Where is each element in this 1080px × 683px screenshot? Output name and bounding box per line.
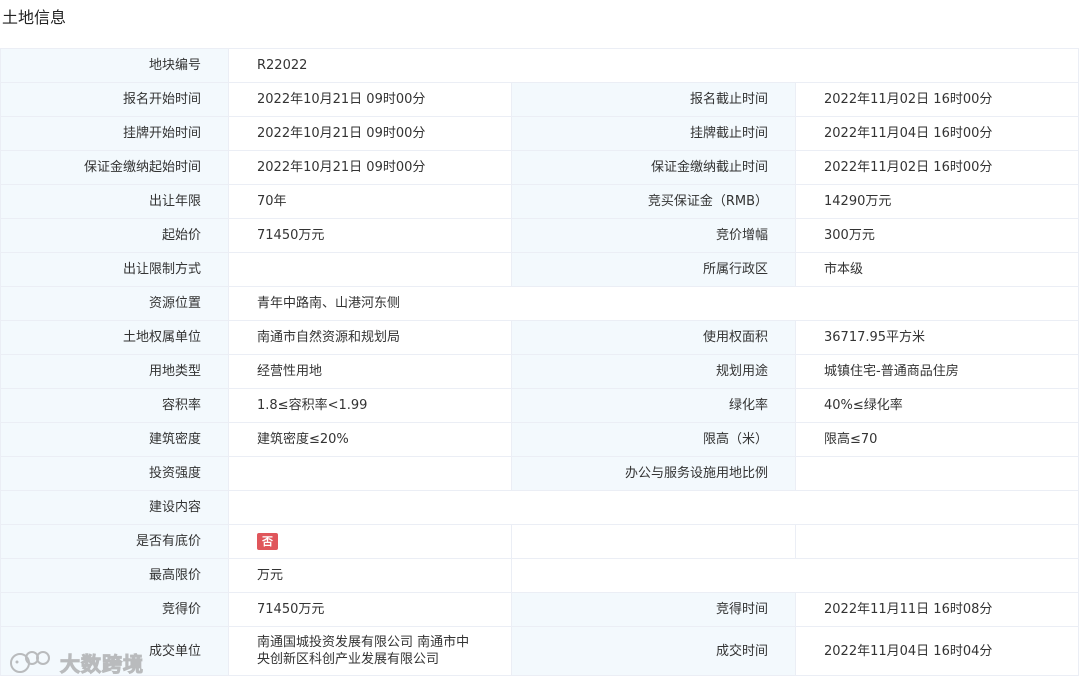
reserve-label: 是否有底价 <box>0 524 229 559</box>
content-label: 建设内容 <box>0 490 229 525</box>
table-row: 是否有底价 否 <box>0 524 1080 559</box>
table-row: 成交单位 南通国城投资发展有限公司 南通市中央创新区科创产业发展有限公司 成交时… <box>0 626 1080 676</box>
start-price-value: 71450万元 <box>228 218 512 253</box>
deal-price-value: 71450万元 <box>228 592 512 627</box>
table-row: 投资强度 办公与服务设施用地比例 <box>0 456 1080 491</box>
office-ratio-value <box>794 456 1080 491</box>
close-time-label: 成交时间 <box>511 626 796 676</box>
reg-start-value: 2022年10月21日 09时00分 <box>228 82 512 117</box>
planned-use-label: 规划用途 <box>511 354 796 389</box>
max-price-value: 万元 <box>228 558 512 593</box>
content-value <box>227 490 1080 525</box>
deposit-end-label: 保证金缴纳截止时间 <box>511 150 796 185</box>
table-row: 出让限制方式 所属行政区 市本级 <box>0 252 1080 287</box>
buyer-value: 南通国城投资发展有限公司 南通市中央创新区科创产业发展有限公司 <box>228 626 512 676</box>
restriction-label: 出让限制方式 <box>0 252 229 287</box>
empty-cell <box>510 558 1080 593</box>
height-label: 限高（米） <box>511 422 796 457</box>
max-price-label: 最高限价 <box>0 558 229 593</box>
parcel-no-label: 地块编号 <box>0 48 229 83</box>
list-start-value: 2022年10月21日 09时00分 <box>228 116 512 151</box>
list-end-label: 挂牌截止时间 <box>511 116 796 151</box>
deposit-start-value: 2022年10月21日 09时00分 <box>228 150 512 185</box>
close-time-value: 2022年11月04日 16时04分 <box>794 626 1080 676</box>
location-value: 青年中路南、山港河东侧 <box>227 286 1080 321</box>
location-label: 资源位置 <box>0 286 229 321</box>
empty-cell <box>511 524 796 559</box>
table-row: 容积率 1.8≤容积率<1.99 绿化率 40%≤绿化率 <box>0 388 1080 423</box>
reg-end-value: 2022年11月02日 16时00分 <box>794 82 1080 117</box>
table-row: 土地权属单位 南通市自然资源和规划局 使用权面积 36717.95平方米 <box>0 320 1080 355</box>
density-label: 建筑密度 <box>0 422 229 457</box>
table-row: 报名开始时间 2022年10月21日 09时00分 报名截止时间 2022年11… <box>0 82 1080 117</box>
start-price-label: 起始价 <box>0 218 229 253</box>
owner-value: 南通市自然资源和规划局 <box>228 320 512 355</box>
height-value: 限高≤70 <box>794 422 1080 457</box>
intensity-value <box>228 456 512 491</box>
table-row: 地块编号 R22022 <box>0 48 1080 83</box>
district-label: 所属行政区 <box>511 252 796 287</box>
page-title: 土地信息 <box>2 8 67 27</box>
reserve-status-badge: 否 <box>257 533 278 550</box>
green-label: 绿化率 <box>511 388 796 423</box>
list-end-value: 2022年11月04日 16时00分 <box>794 116 1080 151</box>
deposit-end-value: 2022年11月02日 16时00分 <box>794 150 1080 185</box>
density-value: 建筑密度≤20% <box>228 422 512 457</box>
owner-label: 土地权属单位 <box>0 320 229 355</box>
deposit-start-label: 保证金缴纳起始时间 <box>0 150 229 185</box>
table-row: 建筑密度 建筑密度≤20% 限高（米） 限高≤70 <box>0 422 1080 457</box>
parcel-no-value: R22022 <box>227 48 1080 83</box>
bid-deposit-value: 14290万元 <box>794 184 1080 219</box>
list-start-label: 挂牌开始时间 <box>0 116 229 151</box>
deal-time-label: 竞得时间 <box>511 592 796 627</box>
green-value: 40%≤绿化率 <box>794 388 1080 423</box>
deal-time-value: 2022年11月11日 16时08分 <box>794 592 1080 627</box>
land-type-value: 经营性用地 <box>228 354 512 389</box>
bid-deposit-label: 竞买保证金（RMB） <box>511 184 796 219</box>
far-value: 1.8≤容积率<1.99 <box>228 388 512 423</box>
land-type-label: 用地类型 <box>0 354 229 389</box>
reg-end-label: 报名截止时间 <box>511 82 796 117</box>
table-row: 最高限价 万元 <box>0 558 1080 593</box>
area-label: 使用权面积 <box>511 320 796 355</box>
table-row: 挂牌开始时间 2022年10月21日 09时00分 挂牌截止时间 2022年11… <box>0 116 1080 151</box>
empty-cell <box>794 524 1080 559</box>
term-label: 出让年限 <box>0 184 229 219</box>
table-row: 资源位置 青年中路南、山港河东侧 <box>0 286 1080 321</box>
table-row: 起始价 71450万元 竞价增幅 300万元 <box>0 218 1080 253</box>
table-row: 出让年限 70年 竞买保证金（RMB） 14290万元 <box>0 184 1080 219</box>
increment-label: 竞价增幅 <box>511 218 796 253</box>
table-row: 保证金缴纳起始时间 2022年10月21日 09时00分 保证金缴纳截止时间 2… <box>0 150 1080 185</box>
restriction-value <box>228 252 512 287</box>
area-value: 36717.95平方米 <box>794 320 1080 355</box>
reg-start-label: 报名开始时间 <box>0 82 229 117</box>
table-row: 建设内容 <box>0 490 1080 525</box>
land-info-table: 地块编号 R22022 报名开始时间 2022年10月21日 09时00分 报名… <box>0 48 1080 676</box>
term-value: 70年 <box>228 184 512 219</box>
office-ratio-label: 办公与服务设施用地比例 <box>511 456 796 491</box>
far-label: 容积率 <box>0 388 229 423</box>
district-value: 市本级 <box>794 252 1080 287</box>
increment-value: 300万元 <box>794 218 1080 253</box>
table-row: 竞得价 71450万元 竞得时间 2022年11月11日 16时08分 <box>0 592 1080 627</box>
deal-price-label: 竞得价 <box>0 592 229 627</box>
reserve-value: 否 <box>228 524 512 559</box>
table-row: 用地类型 经营性用地 规划用途 城镇住宅-普通商品住房 <box>0 354 1080 389</box>
buyer-label: 成交单位 <box>0 626 229 676</box>
planned-use-value: 城镇住宅-普通商品住房 <box>794 354 1080 389</box>
intensity-label: 投资强度 <box>0 456 229 491</box>
